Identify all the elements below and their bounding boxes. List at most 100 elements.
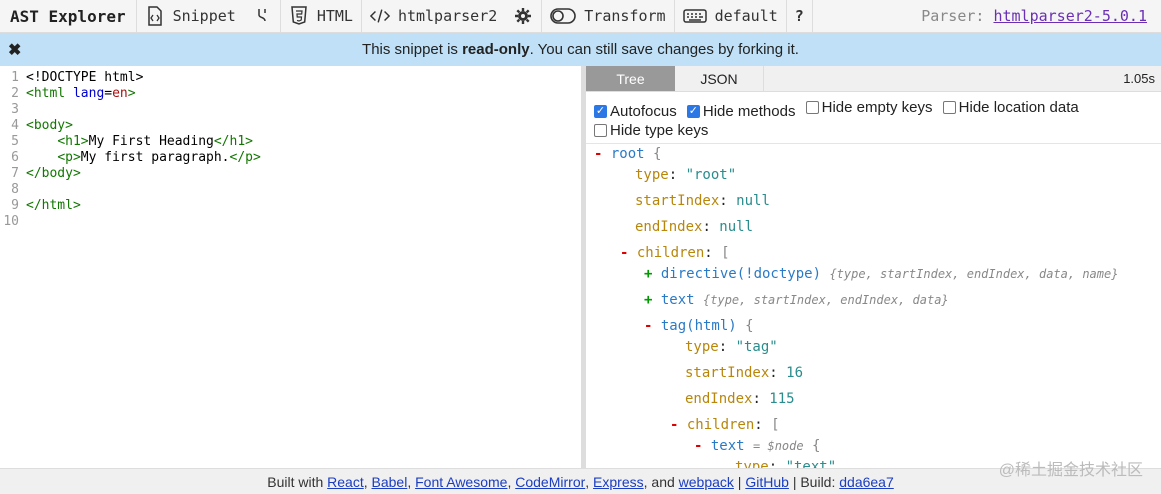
hide-methods-checkbox[interactable] <box>686 105 700 118</box>
tree-node-root[interactable]: - root { <box>594 144 661 164</box>
app-title: AST Explorer <box>10 6 126 26</box>
code-text: <html lang=en> <box>26 86 136 101</box>
react-link[interactable]: React <box>327 474 364 490</box>
collapse-toggle[interactable]: - <box>694 438 711 454</box>
code-text: <!DOCTYPE html> <box>26 70 144 85</box>
toolbar-divider <box>811 0 813 33</box>
tree-node-text[interactable]: + text {type, startIndex, endIndex, data… <box>644 290 949 310</box>
tree-prop: endIndex: 115 <box>685 391 795 407</box>
line-number: 9 <box>11 198 19 213</box>
prop-value: null <box>719 219 754 235</box>
codemirror-link[interactable]: CodeMirror <box>515 474 585 490</box>
hide-methods-option[interactable]: Hide methods <box>686 102 795 121</box>
prop-value: "root" <box>685 167 737 183</box>
hide-empty-keys-checkbox[interactable] <box>805 101 819 114</box>
toolbar: AST Explorer Snippet HTML htmlparser2 Tr… <box>0 0 1161 33</box>
express-link[interactable]: Express <box>593 474 644 490</box>
hide-type-keys-label: Hide type keys <box>610 122 709 139</box>
read-only-banner: ✖ This snippet is read-only. You can sti… <box>0 33 1161 66</box>
build-hash-link[interactable]: dda6ea7 <box>839 474 894 490</box>
html5-icon <box>289 6 309 26</box>
autofocus-checkbox[interactable] <box>594 105 607 118</box>
collapse-toggle[interactable]: - <box>670 417 687 433</box>
collapse-toggle[interactable]: - <box>644 318 661 334</box>
open-brace: { <box>745 318 754 334</box>
collapse-toggle[interactable]: - <box>620 245 637 261</box>
babel-link[interactable]: Babel <box>372 474 408 490</box>
github-link[interactable]: GitHub <box>745 474 789 490</box>
code-line: 4 <body> <box>0 118 581 134</box>
prop-key: endIndex <box>685 391 753 407</box>
code-line: 9 </html> <box>0 198 581 214</box>
code-line: 8 <box>0 182 581 198</box>
keymap-label: default <box>714 7 778 25</box>
prop-value: "tag" <box>735 339 778 355</box>
code-line: 5 <h1>My First Heading</h1> <box>0 134 581 150</box>
tree-prop: type: "root" <box>635 167 737 183</box>
autofocus-option[interactable]: Autofocus <box>594 102 677 121</box>
file-code-icon <box>145 6 165 26</box>
keymap-menu[interactable]: default <box>675 0 786 33</box>
fontawesome-link[interactable]: Font Awesome <box>415 474 507 490</box>
tree-node-directive[interactable]: + directive(!doctype) {type, startIndex,… <box>644 264 1118 284</box>
language-label: HTML <box>316 7 353 25</box>
fork-button[interactable] <box>244 0 280 33</box>
code-line: 10 <box>0 214 581 230</box>
banner-text-after: . You can still save changes by forking … <box>529 41 799 58</box>
line-number: 1 <box>11 70 19 85</box>
parser-version-link[interactable]: htmlparser2-5.0.1 <box>993 7 1147 25</box>
parser-settings-button[interactable] <box>505 0 541 33</box>
code-editor[interactable]: 1 <!DOCTYPE html> 2 <html lang=en> 3 4 <bod… <box>0 66 581 468</box>
node-name: text <box>710 438 745 454</box>
code-text: </body> <box>26 166 81 181</box>
hide-empty-keys-option[interactable]: Hide empty keys <box>805 98 933 117</box>
code-text: <body> <box>26 118 73 133</box>
tree-prop: type: "tag" <box>685 339 778 355</box>
open-bracket: [ <box>771 417 780 433</box>
code-text: </html> <box>26 198 81 213</box>
hide-type-keys-checkbox[interactable] <box>594 124 607 137</box>
parser-menu[interactable]: htmlparser2 <box>362 0 505 33</box>
help-button[interactable]: ? <box>787 0 812 33</box>
tab-json[interactable]: JSON <box>675 66 764 91</box>
footer-and: , and <box>643 473 675 490</box>
output-tabs: Tree JSON 1.05s <box>586 66 1161 92</box>
open-brace: { <box>812 438 821 454</box>
hide-location-option[interactable]: Hide location data <box>942 98 1079 117</box>
expand-toggle[interactable]: + <box>644 266 661 282</box>
transform-label: Transform <box>584 7 666 25</box>
transform-toggle[interactable]: Transform <box>542 0 673 33</box>
parser-label: htmlparser2 <box>397 7 498 25</box>
language-menu[interactable]: HTML <box>281 0 361 33</box>
tree-children[interactable]: - children: [ <box>620 243 730 263</box>
node-summary: {type, startIndex, endIndex, data} <box>703 293 949 307</box>
hide-location-checkbox[interactable] <box>942 101 956 114</box>
tree-options: Autofocus Hide methods Hide empty keys H… <box>586 92 1161 144</box>
collapse-toggle[interactable]: - <box>594 146 611 162</box>
banner-text: This snippet is read-only. You can still… <box>362 41 799 58</box>
prop-key: type <box>735 459 769 468</box>
expand-toggle[interactable]: + <box>644 292 661 308</box>
tree-node-html[interactable]: - tag(html) { <box>644 316 754 336</box>
code-line: 7 </body> <box>0 166 581 182</box>
node-summary: {type, startIndex, endIndex, data, name} <box>829 267 1119 281</box>
node-name: directive(!doctype) <box>660 266 822 282</box>
parse-time: 1.05s <box>1123 71 1155 86</box>
node-name: root <box>610 146 645 162</box>
tree-children[interactable]: - children: [ <box>670 415 780 435</box>
banner-text-before: This snippet is <box>362 41 463 58</box>
prop-value: 115 <box>769 391 795 407</box>
tree-prop: startIndex: null <box>635 193 770 209</box>
hide-type-keys-option[interactable]: Hide type keys <box>594 121 708 140</box>
close-icon[interactable]: ✖ <box>8 40 21 60</box>
code-icon <box>369 6 390 26</box>
help-icon: ? <box>794 7 804 25</box>
code-fork-icon <box>252 6 272 26</box>
tree-node-text[interactable]: - text = $node { <box>694 436 820 456</box>
tab-tree[interactable]: Tree <box>586 66 675 91</box>
webpack-link[interactable]: webpack <box>679 474 734 490</box>
parser-info: Parser: htmlparser2-5.0.1 <box>921 7 1161 25</box>
snippet-menu[interactable]: Snippet <box>137 0 244 33</box>
autofocus-label: Autofocus <box>610 103 677 120</box>
open-brace: { <box>653 146 662 162</box>
